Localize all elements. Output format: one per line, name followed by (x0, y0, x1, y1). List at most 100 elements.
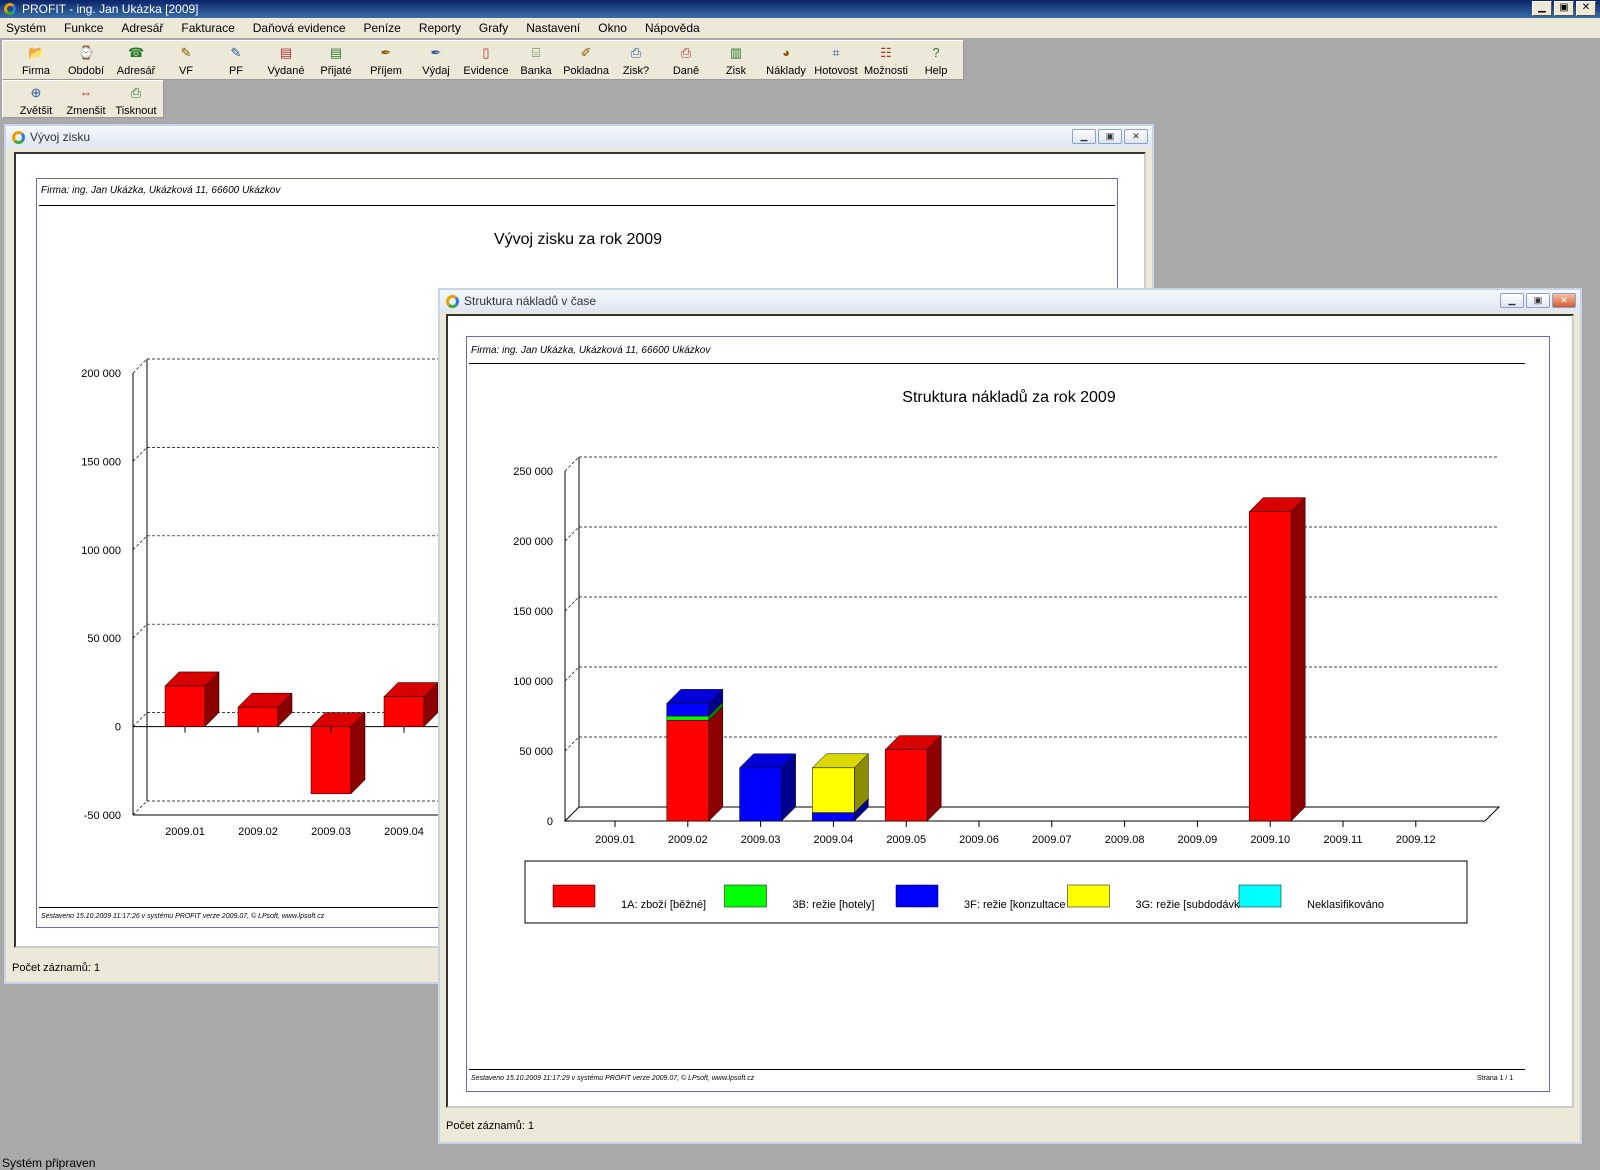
profit-close-button[interactable]: ✕ (1124, 129, 1148, 144)
profit-y-tick: 100 000 (81, 545, 121, 557)
pie-chart-icon: ◕ (782, 45, 790, 60)
profit-gridline-depth (132, 447, 148, 462)
zoom-toolbar-button-tisknout[interactable]: ⎙ Tisknout (111, 81, 161, 119)
profit-y-tick: -50 000 (84, 810, 121, 822)
toolbar-label: Evidence (463, 65, 509, 77)
cost-gridline-depth (564, 666, 580, 682)
cost-close-button[interactable]: ✕ (1552, 293, 1576, 308)
profit-x-tick: 2009.02 (238, 826, 278, 838)
profit-minimize-button[interactable]: ▁ (1072, 129, 1096, 144)
cost-bar-segment-side (708, 705, 724, 822)
toolbar-button-zisk-[interactable]: ⎙ Zisk? (611, 41, 661, 79)
profit-y-tick: 0 (115, 722, 121, 734)
toolbar-button-mo-nosti[interactable]: ☷ Možnosti (861, 41, 911, 79)
cost-report-title: Struktura nákladů za rok 2009 (902, 389, 1116, 406)
cost-legend-label: 1A: zboží [běžné] (621, 899, 706, 911)
toolbar-button-help[interactable]: ? Help (911, 41, 961, 79)
menu-okno[interactable]: Okno (598, 21, 627, 35)
cost-x-tick: 2009.02 (668, 834, 708, 846)
profit-x-tick: 2009.01 (165, 826, 205, 838)
cost-restore-button[interactable]: ▣ (1526, 293, 1550, 308)
profit-bar (237, 706, 279, 727)
profit-window-title-bar[interactable]: Vývoj zisku ▁ ▣ ✕ (6, 126, 1152, 148)
cost-footer: Sestaveno 15.10.2009 11:17:29 v systému … (471, 1075, 755, 1082)
cost-legend-label: 3G: režie [subdodávk (1136, 899, 1240, 911)
menu-penize[interactable]: Peníze (364, 21, 401, 35)
toolbar-label: Daně (672, 65, 700, 77)
cost-record-count: Počet záznamů: 1 (446, 1120, 535, 1132)
zoom-toolbar-button-zv-t-it[interactable]: ⊕ Zvětšit (11, 81, 61, 119)
toolbar-button-v-daj[interactable]: ✒ Výdaj (411, 41, 461, 79)
menu-system[interactable]: Systém (6, 21, 46, 35)
profit-firm-line: Firma: ing. Jan Ukázka, Ukázková 11, 666… (41, 185, 281, 196)
toolbar-button-n-klady[interactable]: ◕ Náklady (761, 41, 811, 79)
restore-button[interactable]: ▣ (1554, 1, 1574, 16)
toolbar-button-vydan-[interactable]: ▤ Vydané (261, 41, 311, 79)
cost-x-tick: 2009.08 (1105, 834, 1145, 846)
cost-report-viewport[interactable]: Firma: ing. Jan Ukázka, Ukázková 11, 666… (446, 314, 1574, 1108)
menu-funkce[interactable]: Funkce (64, 21, 103, 35)
zoom-toolbar-label: Zmenšit (66, 105, 106, 117)
print-icon: ⎙ (130, 85, 142, 100)
profit-gridline-depth (132, 623, 148, 639)
profit-x-tick: 2009.03 (311, 826, 351, 838)
toolbar-button-dan-[interactable]: ⎙ Daně (661, 41, 711, 79)
bar-chart-icon: ▥ (729, 45, 743, 60)
toolbar-label: PF (228, 65, 244, 77)
cost-gridline-depth (564, 526, 580, 542)
menu-danova-evidence[interactable]: Daňová evidence (253, 21, 346, 35)
toolbar-button-adres-[interactable]: ☎ Adresář (111, 41, 161, 79)
cost-bar-segment-side (1290, 496, 1306, 822)
toolbar-button-p-jem[interactable]: ✒ Příjem (361, 41, 411, 79)
cost-y-tick: 250 000 (513, 466, 553, 478)
menu-grafy[interactable]: Grafy (479, 21, 508, 35)
cost-y-tick: 200 000 (513, 536, 553, 548)
toolbar-button-zisk[interactable]: ▥ Zisk (711, 41, 761, 79)
cost-bar-segment (666, 715, 710, 721)
menu-adresar[interactable]: Adresář (121, 21, 163, 35)
expense-pen-icon: ✒ (430, 45, 442, 60)
cost-legend-label: 3B: režie [hotely] (793, 899, 875, 911)
cost-bar-segment (739, 767, 782, 822)
main-toolbar: 📂 Firma ⌚ Období ☎ Adresář ✎ VF ✎ PF ▤ Vydané ▤ Přija… (2, 40, 964, 80)
minimize-button[interactable]: ▁ (1532, 1, 1552, 16)
cost-legend-swatch (724, 884, 767, 908)
cost-window-title-bar[interactable]: Struktura nákladů v čase ▁ ▣ ✕ (440, 290, 1580, 312)
toolbar-button-banka[interactable]: ⌸ Banka (511, 41, 561, 79)
profit-gridline-depth (132, 800, 148, 816)
app-title-bar: PROFIT - ing. Jan Ukázka [2009] ▁ ▣ ✕ (0, 0, 1600, 18)
profit-bar-side (350, 711, 366, 795)
toolbar-button-firma[interactable]: 📂 Firma (11, 41, 61, 79)
cost-gridline-depth (564, 456, 580, 472)
close-button[interactable]: ✕ (1576, 1, 1596, 16)
toolbar-button-vf[interactable]: ✎ VF (161, 41, 211, 79)
cost-bar-segment (1248, 511, 1292, 822)
app-logo-icon (4, 3, 16, 15)
cost-minimize-button[interactable]: ▁ (1500, 293, 1524, 308)
cost-legend-swatch (1067, 884, 1110, 908)
toolbar-button-pokladna[interactable]: ✐ Pokladna (561, 41, 611, 79)
profit-y-tick: 150 000 (81, 456, 121, 468)
toolbar-label: Výdaj (422, 65, 450, 77)
menu-reporty[interactable]: Reporty (419, 21, 461, 35)
cost-bar-segment-side (926, 734, 942, 822)
zoom-toolbar-button-zmen-it[interactable]: ⇔ Zmenšit (61, 81, 111, 119)
menu-nastaveni[interactable]: Nastavení (526, 21, 580, 35)
toolbar-button-pf[interactable]: ✎ PF (211, 41, 261, 79)
menu-napoveda[interactable]: Nápověda (645, 21, 700, 35)
phone-icon: ☎ (128, 45, 145, 60)
toolbar-button-hotovost[interactable]: ⌗ Hotovost (811, 41, 861, 79)
menu-fakturace[interactable]: Fakturace (181, 21, 234, 35)
toolbar-label: Možnosti (863, 65, 909, 77)
toolbar-button-obdob-[interactable]: ⌚ Období (61, 41, 111, 79)
profit-query-icon: ⎙ (630, 45, 642, 60)
toolbar-label: VF (178, 65, 194, 77)
line-chart-icon: ⌗ (832, 45, 840, 60)
cost-x-tick: 2009.11 (1324, 834, 1363, 846)
toolbar-button-p-ijat-[interactable]: ▤ Přijaté (311, 41, 361, 79)
toolbar-button-evidence[interactable]: ▯ Evidence (461, 41, 511, 79)
received-invoice-icon: ✎ (230, 45, 242, 60)
income-pen-icon: ✒ (380, 45, 392, 60)
cost-x-tick: 2009.10 (1250, 834, 1290, 846)
profit-restore-button[interactable]: ▣ (1098, 129, 1122, 144)
